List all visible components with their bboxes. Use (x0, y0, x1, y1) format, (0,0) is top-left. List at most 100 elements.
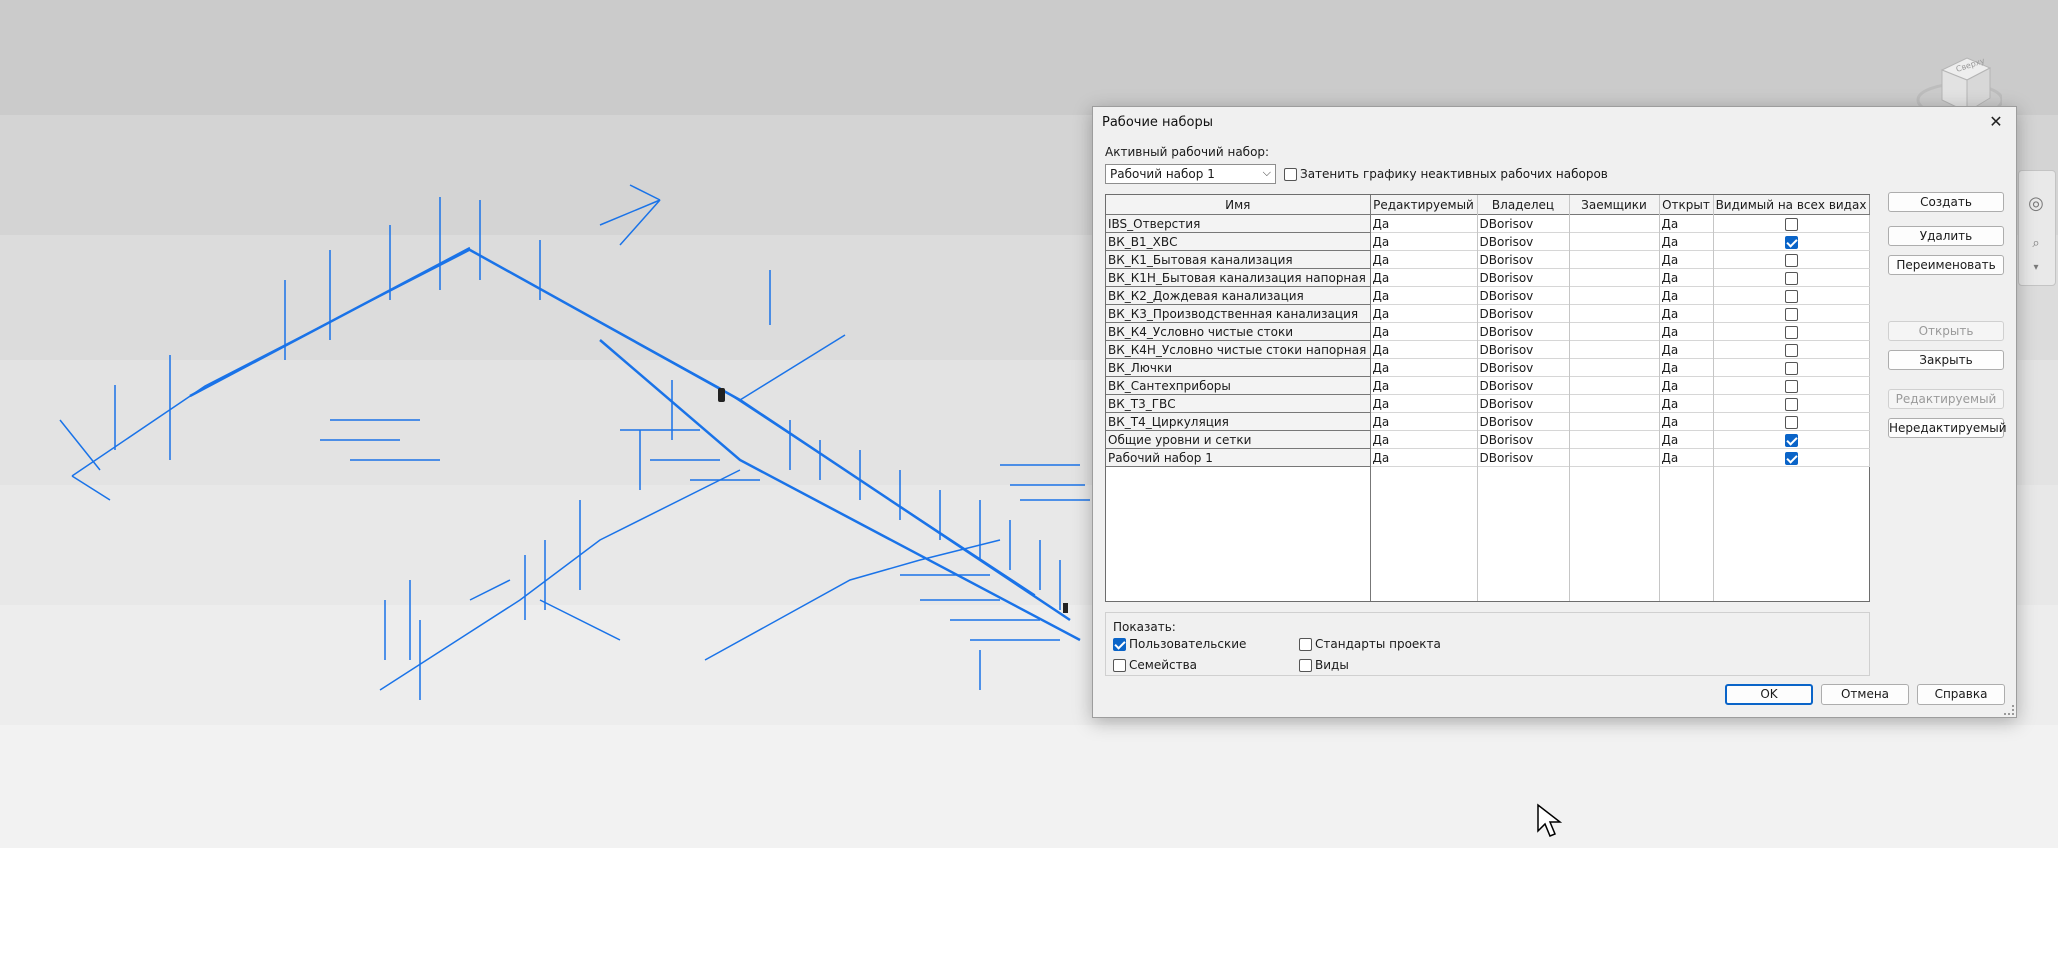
resize-grip-icon[interactable] (2004, 705, 2014, 715)
borrowers-cell[interactable] (1569, 394, 1660, 413)
ok-button[interactable]: OK (1725, 684, 1813, 705)
table-row[interactable]: ВК_Лючки Да DBorisov Да (1106, 358, 1870, 377)
delete-button[interactable]: Удалить (1888, 226, 2004, 246)
open-cell[interactable]: Да (1659, 340, 1714, 359)
table-row[interactable]: ВК_К4Н_Условно чистые стоки напорная Да DB… (1106, 340, 1870, 359)
borrowers-cell[interactable] (1569, 232, 1660, 251)
editable-cell[interactable]: Да (1370, 412, 1478, 431)
workset-name-cell[interactable]: ВК_Т4_Циркуляция (1106, 412, 1371, 431)
show-standards-option[interactable]: Стандарты проекта (1299, 637, 1441, 651)
table-row[interactable]: ВК_К4_Условно чистые стоки Да DBorisov Да (1106, 322, 1870, 341)
visible-checkbox[interactable] (1784, 397, 1798, 411)
visible-checkbox[interactable] (1784, 415, 1798, 429)
borrowers-cell[interactable] (1569, 250, 1660, 269)
show-families-option[interactable]: Семейства (1113, 658, 1197, 672)
create-button[interactable]: Создать (1888, 192, 2004, 212)
open-cell[interactable]: Да (1659, 286, 1714, 305)
open-cell[interactable]: Да (1659, 376, 1714, 395)
owner-cell[interactable]: DBorisov (1477, 232, 1570, 251)
visible-checkbox[interactable] (1784, 307, 1798, 321)
help-button[interactable]: Справка (1917, 684, 2005, 705)
workset-name-cell[interactable]: ВК_Т3_ГВС (1106, 394, 1371, 413)
show-views-option[interactable]: Виды (1299, 658, 1349, 672)
owner-cell[interactable]: DBorisov (1477, 340, 1570, 359)
visible-checkbox[interactable] (1784, 217, 1798, 231)
open-cell[interactable]: Да (1659, 430, 1714, 449)
open-cell[interactable]: Да (1659, 412, 1714, 431)
borrowers-cell[interactable] (1569, 340, 1660, 359)
workset-name-cell[interactable]: ВК_К1Н_Бытовая канализация напорная (1106, 268, 1371, 287)
borrowers-cell[interactable] (1569, 268, 1660, 287)
editable-cell[interactable]: Да (1370, 268, 1478, 287)
borrowers-cell[interactable] (1569, 358, 1660, 377)
editable-cell[interactable]: Да (1370, 430, 1478, 449)
table-row[interactable]: ВК_К3_Производственная канализация Да DBor… (1106, 304, 1870, 323)
owner-cell[interactable]: DBorisov (1477, 250, 1570, 269)
table-row[interactable]: ВК_Т3_ГВС Да DBorisov Да (1106, 394, 1870, 413)
visible-checkbox[interactable] (1784, 271, 1798, 285)
table-row[interactable]: ВК_К1Н_Бытовая канализация напорная Да DBo… (1106, 268, 1870, 287)
make-editable-button[interactable]: Редактируемый (1888, 389, 2004, 409)
borrowers-cell[interactable] (1569, 430, 1660, 449)
pipe-network-model[interactable] (0, 0, 1092, 720)
editable-cell[interactable]: Да (1370, 250, 1478, 269)
workset-name-cell[interactable]: Общие уровни и сетки (1106, 430, 1371, 449)
owner-cell[interactable]: DBorisov (1477, 214, 1570, 233)
visible-checkbox[interactable] (1784, 379, 1798, 393)
show-families-checkbox[interactable] (1113, 659, 1126, 672)
steering-wheel-icon[interactable]: ◎ (2023, 191, 2049, 217)
close-icon[interactable]: ✕ (1982, 109, 2010, 135)
workset-name-cell[interactable]: ВК_К1_Бытовая канализация (1106, 250, 1371, 269)
visible-checkbox[interactable] (1784, 289, 1798, 303)
show-user-option[interactable]: Пользовательские (1113, 637, 1246, 651)
owner-cell[interactable]: DBorisov (1477, 448, 1570, 467)
table-row[interactable]: Общие уровни и сетки Да DBorisov Да (1106, 430, 1870, 449)
open-cell[interactable]: Да (1659, 394, 1714, 413)
show-user-checkbox[interactable] (1113, 638, 1126, 651)
borrowers-cell[interactable] (1569, 412, 1660, 431)
cancel-button[interactable]: Отмена (1821, 684, 1909, 705)
editable-cell[interactable]: Да (1370, 448, 1478, 467)
owner-cell[interactable]: DBorisov (1477, 394, 1570, 413)
visible-checkbox[interactable] (1784, 235, 1798, 249)
editable-cell[interactable]: Да (1370, 358, 1478, 377)
column-header-editable[interactable]: Редактируемый (1370, 195, 1478, 215)
column-header-open[interactable]: Открыт (1659, 195, 1714, 215)
open-cell[interactable]: Да (1659, 448, 1714, 467)
dim-inactive-option[interactable]: Затенить графику неактивных рабочих набо… (1284, 167, 1608, 181)
owner-cell[interactable]: DBorisov (1477, 412, 1570, 431)
workset-name-cell[interactable]: Рабочий набор 1 (1106, 448, 1371, 467)
visible-checkbox[interactable] (1784, 451, 1798, 465)
open-cell[interactable]: Да (1659, 232, 1714, 251)
open-cell[interactable]: Да (1659, 322, 1714, 341)
table-row[interactable]: ВК_Т4_Циркуляция Да DBorisov Да (1106, 412, 1870, 431)
table-row[interactable]: ВК_К2_Дождевая канализация Да DBorisov Да (1106, 286, 1870, 305)
owner-cell[interactable]: DBorisov (1477, 268, 1570, 287)
owner-cell[interactable]: DBorisov (1477, 358, 1570, 377)
show-standards-checkbox[interactable] (1299, 638, 1312, 651)
workset-name-cell[interactable]: ВК_К2_Дождевая канализация (1106, 286, 1371, 305)
editable-cell[interactable]: Да (1370, 394, 1478, 413)
rename-button[interactable]: Переименовать (1888, 255, 2004, 275)
editable-cell[interactable]: Да (1370, 232, 1478, 251)
visible-checkbox[interactable] (1784, 361, 1798, 375)
workset-name-cell[interactable]: ВК_Сантехприборы (1106, 376, 1371, 395)
borrowers-cell[interactable] (1569, 304, 1660, 323)
owner-cell[interactable]: DBorisov (1477, 376, 1570, 395)
visible-checkbox[interactable] (1784, 343, 1798, 357)
open-cell[interactable]: Да (1659, 358, 1714, 377)
dim-inactive-checkbox[interactable] (1284, 168, 1297, 181)
open-cell[interactable]: Да (1659, 268, 1714, 287)
open-cell[interactable]: Да (1659, 214, 1714, 233)
column-header-borrowers[interactable]: Заемщики (1569, 195, 1660, 215)
owner-cell[interactable]: DBorisov (1477, 322, 1570, 341)
column-header-visible[interactable]: Видимый на всех видах (1713, 195, 1870, 215)
open-cell[interactable]: Да (1659, 250, 1714, 269)
zoom-icon[interactable]: ⌕ (2023, 231, 2049, 257)
workset-name-cell[interactable]: ВК_В1_ХВС (1106, 232, 1371, 251)
visible-checkbox[interactable] (1784, 253, 1798, 267)
table-row[interactable]: ВК_Сантехприборы Да DBorisov Да (1106, 376, 1870, 395)
column-header-owner[interactable]: Владелец (1477, 195, 1570, 215)
active-workset-dropdown[interactable]: Рабочий набор 1 ⌵ (1105, 164, 1276, 184)
workset-name-cell[interactable]: ВК_К4_Условно чистые стоки (1106, 322, 1371, 341)
